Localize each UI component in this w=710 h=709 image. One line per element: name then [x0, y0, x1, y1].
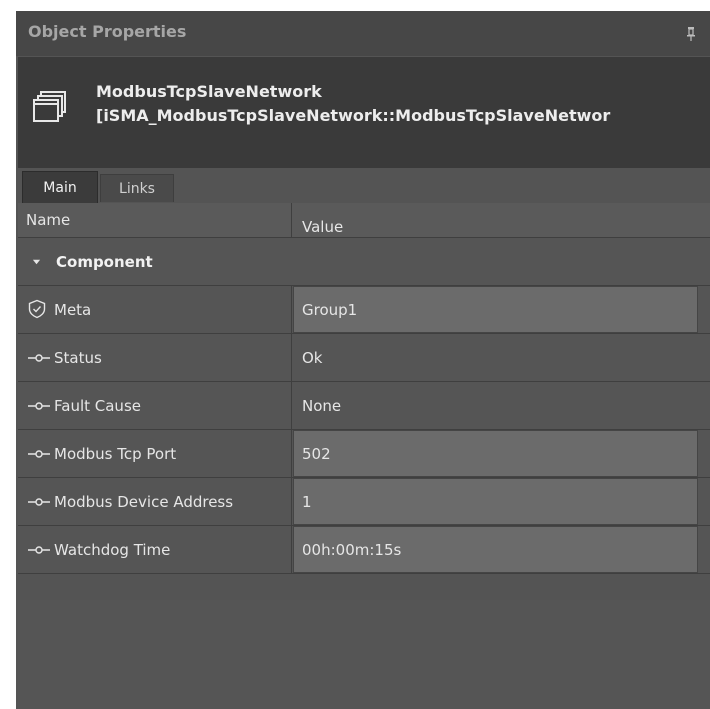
property-value: 1	[302, 492, 312, 511]
property-value: Ok	[302, 348, 323, 367]
object-type: [iSMA_ModbusTcpSlaveNetwork::ModbusTcpSl…	[96, 106, 611, 125]
tab-bar: Main Links	[18, 168, 710, 203]
slot-link-icon	[28, 449, 50, 458]
group-row-component[interactable]: Component	[18, 238, 710, 286]
shield-check-icon	[28, 299, 46, 319]
column-header-value-label: Value	[302, 217, 344, 236]
property-row-modbus-device-address: Modbus Device Address 1	[18, 478, 710, 526]
property-row-meta: Meta Group1	[18, 286, 710, 334]
property-value-field[interactable]: 1	[293, 478, 698, 525]
property-name-cell: Status	[18, 334, 292, 381]
property-name: Meta	[54, 300, 92, 319]
property-row-status: Status Ok	[18, 334, 710, 382]
property-value-cell: None	[293, 382, 698, 429]
object-header: ModbusTcpSlaveNetwork [iSMA_ModbusTcpSla…	[18, 57, 710, 168]
grid-empty-area	[18, 600, 710, 709]
property-value: None	[302, 396, 342, 415]
pin-icon[interactable]	[686, 27, 696, 41]
slot-link-icon	[28, 545, 50, 554]
property-row-watchdog-time: Watchdog Time 00h:00m:15s	[18, 526, 710, 574]
property-row-modbus-tcp-port: Modbus Tcp Port 502	[18, 430, 710, 478]
object-name: ModbusTcpSlaveNetwork	[96, 82, 322, 101]
property-value-field[interactable]: 00h:00m:15s	[293, 526, 698, 573]
slot-link-icon	[28, 353, 50, 362]
column-header-name[interactable]: Name	[18, 203, 292, 237]
panel-title: Object Properties	[28, 22, 187, 41]
property-row-fault-cause: Fault Cause None	[18, 382, 710, 430]
property-name-cell: Modbus Tcp Port	[18, 430, 292, 477]
property-name-cell: Fault Cause	[18, 382, 292, 429]
property-grid: Name Value Component Meta Group1 Status …	[18, 203, 710, 574]
property-name: Modbus Device Address	[54, 492, 234, 511]
property-name: Modbus Tcp Port	[54, 444, 177, 463]
slot-link-icon	[28, 497, 50, 506]
property-value-cell: Ok	[293, 334, 698, 381]
property-value: 502	[302, 444, 331, 463]
object-properties-panel: Object Properties ModbusTcpSlaveNetwork …	[16, 11, 710, 709]
property-name-cell: Meta	[18, 286, 292, 333]
grid-header-row: Name Value	[18, 203, 710, 238]
tab-links[interactable]: Links	[100, 174, 174, 202]
group-label: Component	[56, 252, 153, 271]
stacked-windows-icon	[33, 91, 66, 122]
slot-link-icon	[28, 401, 50, 410]
chevron-down-icon[interactable]	[32, 257, 41, 266]
property-name-cell: Modbus Device Address	[18, 478, 292, 525]
property-name: Watchdog Time	[54, 540, 171, 559]
property-value: 00h:00m:15s	[302, 540, 402, 559]
property-name: Status	[54, 348, 102, 367]
property-value-field[interactable]: 502	[293, 430, 698, 477]
panel-title-bar: Object Properties	[16, 11, 710, 56]
column-header-name-label: Name	[26, 211, 71, 229]
property-name-cell: Watchdog Time	[18, 526, 292, 573]
property-value-field[interactable]: Group1	[293, 286, 698, 333]
property-name: Fault Cause	[54, 396, 141, 415]
property-value: Group1	[302, 300, 358, 319]
tab-main[interactable]: Main	[22, 171, 98, 203]
